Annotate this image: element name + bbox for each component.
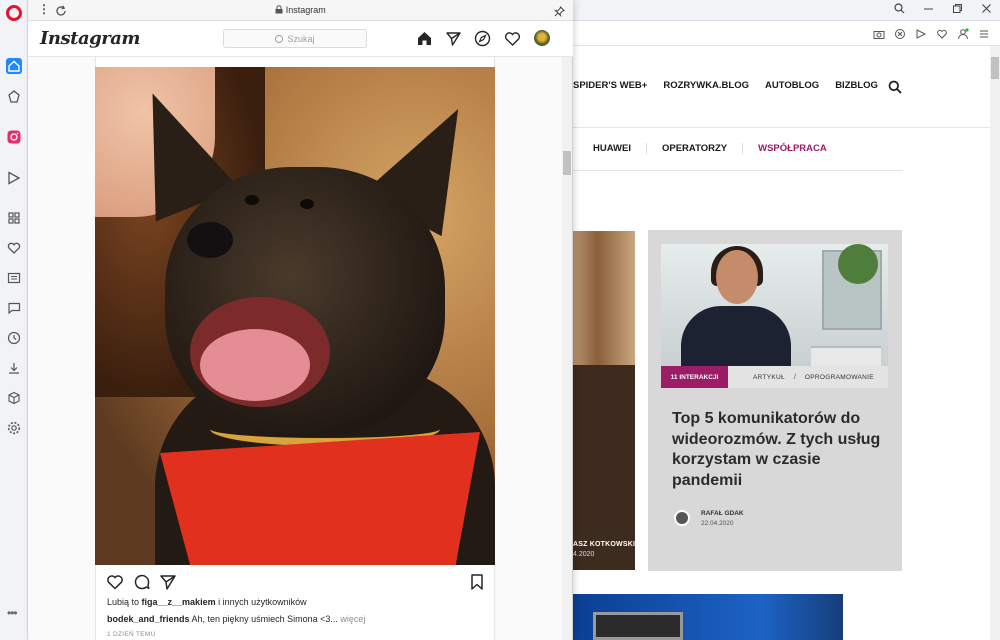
pin-icon[interactable] [553,4,565,18]
article-title[interactable]: Top 5 komunikatorów do wideorozmów. Z ty… [672,409,887,491]
panel-toolbar: ⋮ Instagram [28,0,573,21]
article-date: 22.04.2020 [701,520,734,527]
explore-icon[interactable] [474,30,491,47]
activity-heart-icon[interactable] [504,30,521,47]
caption-text: Ah, ten piękny uśmiech Simona <3... [189,614,338,624]
news-icon[interactable] [6,270,22,286]
nav-item[interactable]: AUTOBLOG [765,80,819,91]
article-image[interactable] [661,244,888,366]
likes-text: Lubią to figa__z__makiem i innych użytko… [107,597,307,607]
minimize-icon[interactable] [923,3,934,17]
settings-icon[interactable] [6,420,22,436]
search-placeholder: Szukaj [287,33,315,44]
interactions-badge[interactable]: 11 INTERAKCJI [661,366,728,388]
search-icon [275,34,284,43]
caption-user-link[interactable]: bodek_and_friends [107,614,190,624]
send-icon[interactable] [915,27,927,39]
instagram-logo[interactable]: Instagram [40,28,140,49]
background-website: SPIDER'S WEB+ ROZRYWKA.BLOG AUTOBLOG BIZ… [573,0,1000,640]
article-card[interactable]: 11 INTERAKCJI ARTYKUŁ / OPROGRAMOWANIE T… [648,230,902,571]
site-category-nav: HUAWEI OPERATORZY WSPÓŁPRACA [573,143,842,154]
instagram-icon[interactable] [6,129,22,145]
partial-article-author: ASZ KOTKOWSKI [573,541,636,548]
search-tabs-icon[interactable] [894,3,905,17]
panel-url-text: Instagram [285,5,326,15]
nav-item[interactable]: SPIDER'S WEB+ [573,80,647,91]
nav-item[interactable]: BIZBLOG [835,80,878,91]
restore-icon[interactable] [952,3,963,17]
account-icon[interactable] [957,27,969,40]
article-tags: 11 INTERAKCJI ARTYKUŁ / OPROGRAMOWANIE [661,366,888,388]
page-scrollbar-thumb[interactable] [991,57,999,79]
apps-icon[interactable] [6,210,22,226]
site-top-nav: SPIDER'S WEB+ ROZRYWKA.BLOG AUTOBLOG BIZ… [573,80,878,91]
address-bar [573,21,1000,46]
close-icon[interactable] [981,3,992,17]
heart-icon[interactable] [6,240,22,256]
profile-avatar[interactable] [534,30,550,46]
panel-scrollbar[interactable] [562,57,572,640]
instagram-panel: ⋮ Instagram Instagram Szukaj Lubią to fi… [28,0,573,640]
page-scrollbar[interactable] [990,46,1000,640]
post-caption: bodek_and_friends Ah, ten piękny uśmiech… [107,614,365,624]
nav-item-operatorzy[interactable]: OPERATORZY [647,143,744,154]
comment-icon[interactable] [133,573,151,591]
likes-prefix: Lubią to [107,597,142,607]
nav-item[interactable]: ROZRYWKA.BLOG [663,80,749,91]
tag-software[interactable]: OPROGRAMOWANIE [805,374,874,381]
nav-item-huawei[interactable]: HUAWEI [573,143,647,154]
opera-sidebar: ••• [0,0,28,640]
post-time[interactable]: 1 DZIEŃ TEMU [107,631,156,638]
home-icon[interactable] [416,30,433,47]
history-icon[interactable] [6,330,22,346]
search-input[interactable]: Szukaj [223,29,367,48]
pinboard-icon[interactable] [6,89,22,105]
easy-setup-icon[interactable] [978,27,990,39]
camera-icon[interactable] [873,27,885,39]
download-icon[interactable] [6,360,22,376]
partial-article-image [573,365,635,570]
post-photo[interactable] [95,67,495,565]
lock-icon [275,5,283,15]
tag-article[interactable]: ARTYKUŁ [753,374,785,381]
chat-icon[interactable] [6,300,22,316]
home-icon[interactable] [6,58,22,74]
panel-url: Instagram [28,5,573,15]
share-icon[interactable] [159,573,177,591]
tag-separator: / [793,373,796,381]
partial-article-date: 4.2020 [573,551,595,558]
like-icon[interactable] [106,573,124,591]
post-header-edge [95,57,495,67]
site-search-icon[interactable] [888,80,902,94]
heart-icon[interactable] [936,27,948,39]
post-actions: Lubią to figa__z__makiem i innych użytko… [95,565,495,640]
article-author[interactable]: RAFAŁ GDAK [701,510,744,517]
nav-item-wspolpraca[interactable]: WSPÓŁPRACA [743,143,842,154]
next-article-laptop [593,612,683,640]
likes-suffix[interactable]: i innych użytkowników [216,597,307,607]
adblock-icon[interactable] [894,27,906,39]
likes-user-link[interactable]: figa__z__makiem [142,597,216,607]
save-bookmark-icon[interactable] [468,573,486,591]
panel-scrollbar-thumb[interactable] [563,151,571,175]
opera-logo-icon[interactable] [6,5,22,21]
sidebar-more-button[interactable]: ••• [7,606,18,620]
send-icon[interactable] [6,170,22,186]
window-titlebar [573,0,1000,21]
divider [573,127,1000,128]
divider [573,170,903,171]
direct-message-icon[interactable] [445,30,462,47]
instagram-header: Instagram Szukaj [28,21,573,57]
caption-more-link[interactable]: więcej [338,614,365,624]
cube-icon[interactable] [6,390,22,406]
author-avatar [674,510,690,526]
